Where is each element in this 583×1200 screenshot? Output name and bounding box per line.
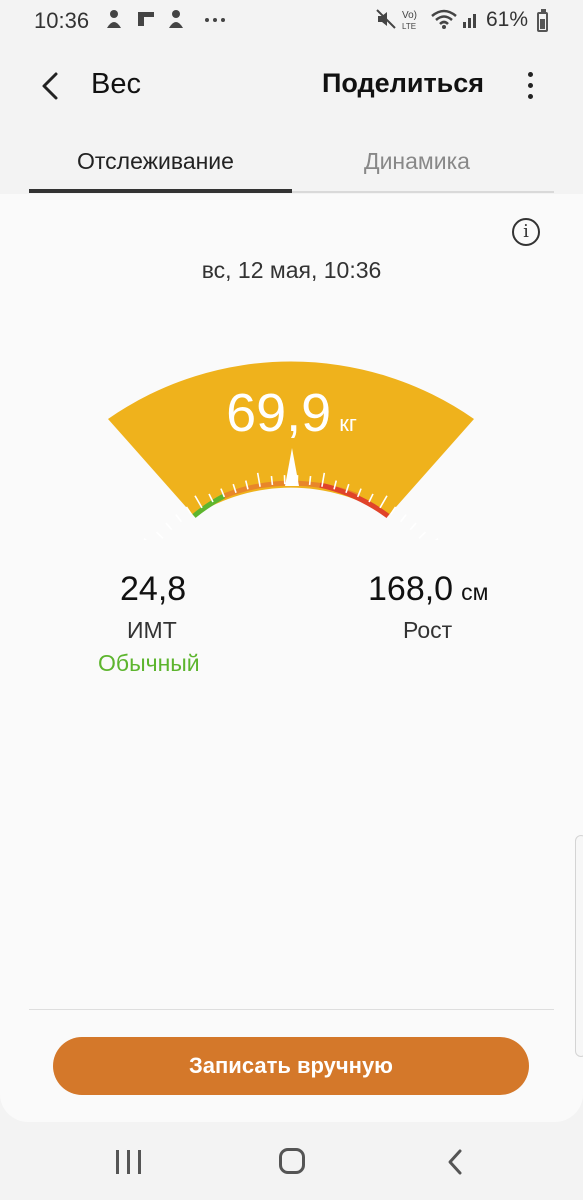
gauge-tick (165, 522, 173, 531)
gauge-tick (155, 531, 164, 539)
signal-icon (462, 8, 480, 35)
tab-tracking[interactable]: Отслеживание (77, 148, 234, 175)
chevron-left-icon (448, 1149, 462, 1175)
back-button[interactable] (36, 66, 72, 106)
weight-value: 69,9 (226, 383, 332, 443)
tab-trends[interactable]: Динамика (364, 148, 470, 175)
gauge-tick (175, 514, 183, 523)
record-manually-button[interactable]: Записать вручную (53, 1037, 529, 1095)
battery-percent: 61% (486, 8, 529, 31)
wifi-icon (430, 8, 458, 35)
mute-icon (375, 8, 397, 35)
bmi-value: 24,8 (120, 570, 187, 608)
height-value: 168,0 (368, 570, 454, 608)
battery-icon (537, 9, 548, 32)
bmi-status: Обычный (98, 650, 200, 676)
status-bar: 10:36 Vo) LTE 61% (0, 0, 583, 44)
gauge-tick (399, 514, 407, 523)
measurement-date: вс, 12 мая, 10:36 (201, 257, 382, 283)
height-unit: см (461, 579, 489, 605)
gauge-tick (143, 537, 147, 540)
gauge-tick (308, 475, 312, 486)
chevron-left-icon (42, 72, 58, 100)
android-notification-icon (166, 8, 186, 35)
gauge-tick (418, 531, 427, 539)
more-notifications-icon (203, 8, 227, 35)
page-title: Вес (91, 68, 141, 100)
volte-icon: Vo) LTE (401, 8, 423, 37)
share-button[interactable]: Поделиться (322, 68, 484, 99)
height-label: Рост (403, 617, 453, 643)
gauge-tick (435, 537, 439, 540)
weight-unit: кг (339, 411, 357, 436)
info-icon[interactable]: i (512, 218, 540, 246)
content-card (0, 194, 583, 1122)
svg-text:LTE: LTE (402, 22, 416, 31)
svg-text:Vo): Vo) (402, 10, 417, 21)
scroll-handle[interactable] (575, 835, 583, 1057)
android-notification-icon (104, 8, 124, 35)
weight-readout: 69,9 кг (0, 382, 583, 444)
recents-button[interactable] (116, 1150, 142, 1174)
nav-back-button[interactable] (444, 1147, 468, 1177)
divider (29, 1009, 554, 1010)
height-readout: 168,0 см (368, 570, 488, 609)
status-time: 10:36 (34, 8, 90, 33)
tab-active-indicator (29, 189, 292, 193)
gauge-tick (270, 475, 274, 486)
flipboard-icon (136, 8, 156, 35)
gauge-tick (409, 522, 417, 531)
more-options-button[interactable] (518, 66, 544, 106)
home-button[interactable] (279, 1148, 305, 1174)
bmi-label: ИМТ (127, 617, 177, 643)
